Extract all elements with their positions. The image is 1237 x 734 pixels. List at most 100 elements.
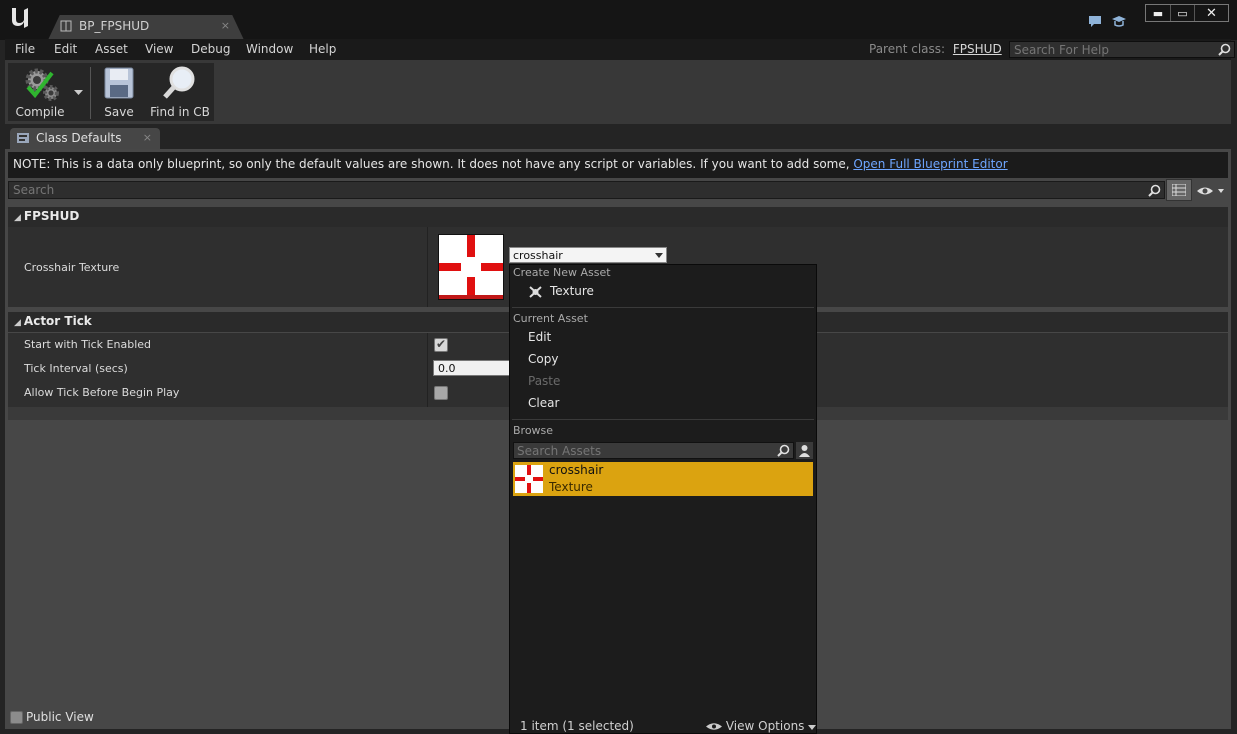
compile-button[interactable]: Compile (10, 63, 70, 121)
magnifier-icon (163, 66, 195, 99)
menu-divider (512, 419, 814, 420)
menu-file[interactable]: File (15, 42, 35, 56)
save-label: Save (104, 105, 134, 119)
menu-debug[interactable]: Debug (191, 42, 230, 56)
crosshair-texture-value: crosshair (513, 249, 563, 262)
asset-picker-menu: Create New Asset Texture Current Asset E… (509, 264, 817, 734)
parent-class-info: Parent class: FPSHUD (869, 42, 1002, 56)
chevron-down-icon (808, 725, 817, 730)
asset-search-box[interactable] (513, 442, 794, 459)
find-label: Find in CB (150, 105, 210, 119)
close-tab-icon[interactable]: × (143, 131, 152, 144)
help-search-input[interactable] (1014, 42, 1214, 57)
learn-cap-icon[interactable] (1111, 13, 1127, 29)
compile-options-dropdown[interactable] (70, 63, 86, 121)
compile-gears-icon (25, 68, 59, 101)
feedback-chat-icon[interactable] (1087, 13, 1103, 29)
view-options-dropdown[interactable]: View Options (706, 719, 817, 733)
asset-type: Texture (549, 480, 593, 494)
list-view-icon (1172, 184, 1186, 196)
crosshair-asset-image (515, 465, 543, 493)
allow-tick-before-begin-play-label: Allow Tick Before Begin Play (24, 386, 180, 399)
window-controls: ▬ ▭ ✕ (1145, 4, 1229, 22)
paste-asset-menu-item[interactable]: Paste (528, 374, 560, 388)
menu-window[interactable]: Window (246, 42, 293, 56)
category-actor-tick-label: Actor Tick (23, 314, 92, 328)
find-in-content-browser-button[interactable]: Find in CB (148, 63, 212, 121)
eye-icon (1197, 187, 1224, 195)
maximize-button[interactable]: ▭ (1170, 5, 1194, 21)
search-icon (1218, 43, 1231, 56)
category-fpshud-label: FPSHUD (23, 209, 80, 223)
document-tab-bp-fpshud[interactable]: BP_FPSHUD × (48, 15, 244, 40)
tab-class-defaults-label: Class Defaults (36, 131, 122, 145)
view-options-label: View Options (725, 719, 805, 733)
asset-filter-button[interactable] (796, 442, 813, 459)
chevron-down-icon (74, 90, 83, 95)
collapse-arrow-icon: ◢ (14, 318, 21, 328)
column-splitter[interactable] (427, 333, 428, 407)
collapse-arrow-icon: ◢ (14, 213, 21, 223)
property-matrix-button[interactable] (1166, 179, 1192, 201)
close-tab-icon[interactable]: × (221, 19, 230, 32)
current-asset-header: Current Asset (513, 312, 588, 325)
class-defaults-icon (17, 133, 29, 143)
copy-asset-menu-item[interactable]: Copy (528, 352, 558, 366)
menu-help[interactable]: Help (309, 42, 336, 56)
create-texture-label: Texture (550, 284, 594, 298)
asset-picker-footer: 1 item (1 selected) View Options (510, 717, 817, 734)
blueprint-book-icon (60, 20, 72, 32)
parent-class-link[interactable]: FPSHUD (953, 42, 1002, 56)
view-options-button[interactable] (1196, 184, 1228, 198)
crosshair-preview-image (439, 235, 503, 299)
create-new-asset-header: Create New Asset (513, 266, 611, 279)
user-icon (799, 445, 810, 457)
open-full-editor-link[interactable]: Open Full Blueprint Editor (853, 157, 1007, 171)
toolbar: Compile Save Find in CB (5, 60, 1231, 124)
eye-icon (706, 723, 722, 730)
tab-class-defaults[interactable]: Class Defaults × (10, 128, 160, 149)
close-window-button[interactable]: ✕ (1194, 5, 1228, 21)
compile-label: Compile (15, 105, 65, 119)
edit-asset-menu-item[interactable]: Edit (528, 330, 551, 344)
toolbar-separator (90, 67, 91, 119)
unreal-logo-icon (6, 4, 32, 32)
crosshair-texture-label: Crosshair Texture (24, 261, 120, 274)
menu-edit[interactable]: Edit (54, 42, 77, 56)
start-with-tick-enabled-checkbox[interactable] (434, 337, 448, 352)
asset-search-input[interactable] (517, 443, 772, 458)
note-text: NOTE: This is a data only blueprint, so … (13, 157, 854, 171)
category-fpshud-header[interactable]: ◢ FPSHUD (8, 207, 1228, 227)
save-disk-icon (104, 67, 134, 99)
minimize-button[interactable]: ▬ (1146, 5, 1170, 21)
details-search-input[interactable] (13, 182, 1133, 198)
menu-asset[interactable]: Asset (95, 42, 128, 56)
help-search-box[interactable] (1009, 41, 1235, 58)
public-view-checkbox[interactable] (10, 711, 23, 724)
menu-divider (512, 307, 814, 308)
save-button[interactable]: Save (94, 63, 144, 121)
clear-asset-menu-item[interactable]: Clear (528, 396, 559, 410)
parent-class-label: Parent class: (869, 42, 946, 56)
toolbar-group: Compile Save Find in CB (8, 63, 214, 121)
allow-tick-before-begin-play-checkbox[interactable] (434, 386, 448, 400)
column-splitter[interactable] (427, 227, 428, 307)
chevron-down-icon (655, 253, 663, 258)
asset-name: crosshair (549, 463, 604, 477)
search-icon (1148, 184, 1161, 197)
asset-list-item[interactable]: crosshair Texture (513, 462, 813, 496)
menu-bar: File Edit Asset View Debug Window Help P… (5, 39, 1235, 60)
menu-view[interactable]: View (145, 42, 173, 56)
details-search-box[interactable] (8, 181, 1165, 199)
crosshair-texture-combo[interactable]: crosshair (509, 247, 667, 263)
asset-count-label: 1 item (1 selected) (520, 719, 634, 733)
browse-header: Browse (513, 424, 554, 437)
texture-create-icon (529, 286, 542, 298)
crosshair-texture-thumbnail[interactable] (438, 234, 504, 300)
document-tab-label: BP_FPSHUD (79, 19, 150, 33)
tick-interval-value: 0.0 (438, 362, 456, 375)
title-bar: BP_FPSHUD × ▬ ▭ ✕ (0, 0, 1237, 40)
start-with-tick-enabled-label: Start with Tick Enabled (24, 338, 152, 351)
tick-interval-label: Tick Interval (secs) (24, 362, 128, 375)
tick-interval-input[interactable]: 0.0 (433, 360, 511, 376)
